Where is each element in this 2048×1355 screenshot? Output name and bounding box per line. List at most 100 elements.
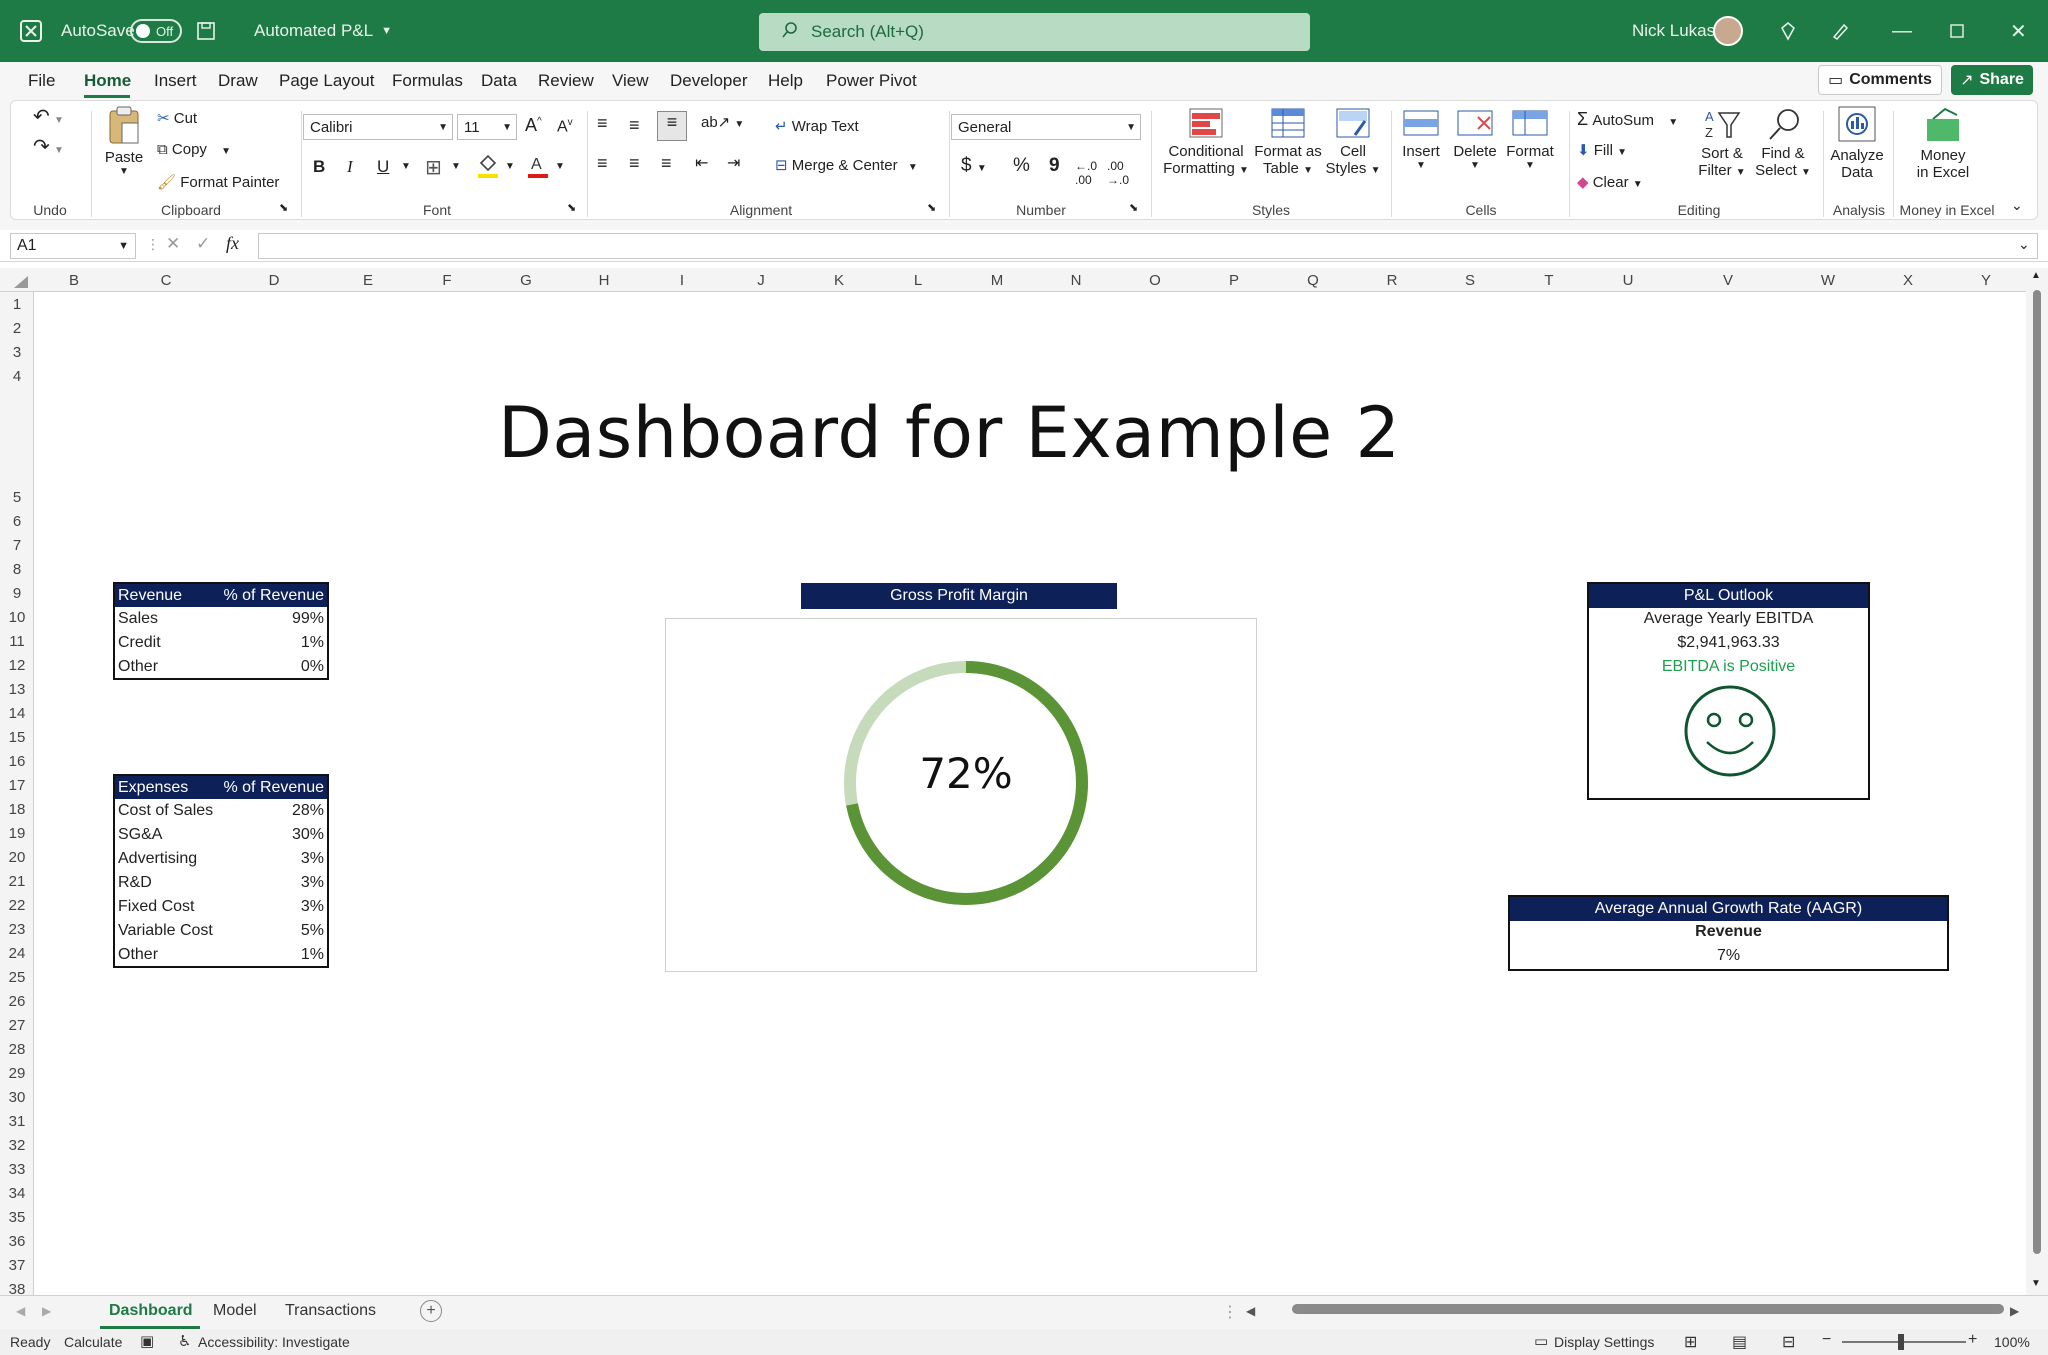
prev-sheet-icon[interactable]: ◀	[16, 1304, 25, 1318]
avatar[interactable]	[1713, 0, 1743, 62]
fill-color-button[interactable]	[477, 153, 499, 183]
row-header[interactable]: 34	[0, 1185, 34, 1202]
col-header[interactable]: D	[256, 272, 292, 289]
number-format-select[interactable]: General ▼	[951, 114, 1141, 140]
display-settings-icon[interactable]: ▭	[1534, 1332, 1548, 1350]
chevron-down-icon[interactable]: ▼	[401, 161, 411, 172]
table-cell[interactable]: Fixed Cost	[114, 895, 218, 919]
row-header[interactable]: 26	[0, 993, 34, 1010]
table-cell[interactable]: Credit	[114, 631, 199, 655]
clear-button[interactable]: ◆ Clear ▼	[1577, 173, 1643, 191]
page-break-view-icon[interactable]: ⊟	[1782, 1332, 1795, 1352]
table-cell[interactable]: Variable Cost	[114, 919, 218, 943]
menu-insert[interactable]: Insert	[154, 71, 197, 91]
menu-home[interactable]: Home	[84, 71, 131, 91]
align-top-icon[interactable]: ≡	[597, 113, 608, 134]
expand-formula-bar-icon[interactable]: ⌄	[2018, 236, 2030, 253]
undo-icon[interactable]: ↶ ▼	[33, 107, 64, 127]
row-header[interactable]: 4	[0, 368, 34, 385]
analyze-data-button[interactable]: Analyze Data	[1827, 105, 1887, 181]
col-header[interactable]: I	[664, 272, 700, 289]
status-accessibility[interactable]: Accessibility: Investigate	[198, 1334, 350, 1350]
row-header[interactable]: 31	[0, 1113, 34, 1130]
format-as-table-button[interactable]: Format as Table ▼	[1251, 107, 1325, 177]
table-cell[interactable]: 99%	[199, 607, 328, 631]
table-cell[interactable]: 3%	[218, 847, 328, 871]
font-name-select[interactable]: Calibri ▼	[303, 114, 453, 140]
horizontal-scroll-thumb[interactable]	[1292, 1304, 2004, 1314]
chevron-down-icon[interactable]: ▼	[451, 161, 461, 172]
percent-icon[interactable]: %	[1013, 155, 1030, 177]
name-box[interactable]: A1 ▼	[10, 233, 136, 259]
zoom-in-icon[interactable]: +	[1968, 1331, 1977, 1349]
paste-button[interactable]: Paste ▼	[103, 105, 145, 177]
macro-record-icon[interactable]: ▣	[140, 1332, 154, 1350]
col-header[interactable]: L	[900, 272, 936, 289]
zoom-out-icon[interactable]: −	[1822, 1331, 1831, 1349]
scroll-right-icon[interactable]: ▶	[2010, 1304, 2019, 1318]
col-header[interactable]: M	[979, 272, 1015, 289]
cancel-entry-icon[interactable]: ✕	[166, 234, 180, 254]
col-header[interactable]: X	[1890, 272, 1926, 289]
money-in-excel-button[interactable]: Money in Excel	[1901, 105, 1985, 181]
col-header[interactable]: T	[1531, 272, 1567, 289]
status-calculate[interactable]: Calculate	[64, 1334, 122, 1350]
worksheet[interactable]: Dashboard for Example 2 Revenue % of Rev…	[34, 292, 2026, 1295]
scroll-down-icon[interactable]: ▼	[2031, 1278, 2041, 1289]
decrease-decimal-icon[interactable]: .00 →.0	[1107, 159, 1129, 187]
more-options-icon[interactable]: ⋮	[146, 236, 160, 253]
menu-view[interactable]: View	[612, 71, 649, 91]
borders-icon[interactable]: ⊞	[425, 155, 442, 180]
format-painter-button[interactable]: 🖌 Format Painter	[157, 173, 279, 191]
share-button[interactable]: ↗ Share	[1951, 65, 2033, 95]
table-cell[interactable]: Sales	[114, 607, 199, 631]
row-header[interactable]: 20	[0, 849, 34, 866]
col-header[interactable]: G	[508, 272, 544, 289]
insert-function-icon[interactable]: fx	[226, 233, 239, 254]
file-name-dropdown[interactable]: Automated P&L ▼	[254, 0, 392, 62]
orientation-icon[interactable]: ab↗ ▼	[701, 113, 744, 131]
align-center-icon[interactable]: ≡	[629, 153, 640, 174]
dialog-launcher-icon[interactable]: ⬊	[279, 201, 288, 214]
chevron-down-icon[interactable]: ▼	[505, 161, 515, 172]
normal-view-icon[interactable]: ⊞	[1684, 1332, 1697, 1352]
autosave-toggle[interactable]: Off	[130, 0, 182, 62]
table-cell[interactable]: 1%	[199, 631, 328, 655]
format-cells-button[interactable]: Format ▼	[1501, 107, 1559, 171]
comments-button[interactable]: ▭ Comments	[1818, 65, 1942, 95]
col-header[interactable]: W	[1810, 272, 1846, 289]
table-cell[interactable]: Advertising	[114, 847, 218, 871]
font-color-button[interactable]: A	[527, 153, 549, 183]
formula-input[interactable]	[258, 233, 2038, 259]
collapse-ribbon-icon[interactable]: ⌄	[2011, 197, 2023, 214]
menu-review[interactable]: Review	[538, 71, 594, 91]
cut-button[interactable]: ✂ Cut	[157, 109, 197, 127]
pen-icon[interactable]	[1830, 0, 1850, 62]
delete-cells-button[interactable]: Delete ▼	[1449, 107, 1501, 171]
status-display-settings[interactable]: Display Settings	[1554, 1334, 1654, 1350]
row-header[interactable]: 32	[0, 1137, 34, 1154]
row-header[interactable]: 16	[0, 753, 34, 770]
col-header[interactable]: V	[1710, 272, 1746, 289]
decrease-indent-icon[interactable]: ⇤	[695, 153, 708, 173]
row-header[interactable]: 7	[0, 537, 34, 554]
table-cell[interactable]: SG&A	[114, 823, 218, 847]
scroll-up-icon[interactable]: ▲	[2031, 270, 2041, 281]
search-box[interactable]: Search (Alt+Q)	[759, 13, 1310, 51]
col-header[interactable]: U	[1610, 272, 1646, 289]
row-header[interactable]: 36	[0, 1233, 34, 1250]
table-cell[interactable]: Other	[114, 943, 218, 967]
redo-icon[interactable]: ↷ ▼	[33, 137, 64, 157]
select-all-icon[interactable]	[12, 274, 30, 290]
menu-formulas[interactable]: Formulas	[392, 71, 463, 91]
row-header[interactable]: 19	[0, 825, 34, 842]
menu-file[interactable]: File	[28, 71, 55, 91]
increase-font-icon[interactable]: A^	[525, 115, 542, 136]
row-header[interactable]: 37	[0, 1257, 34, 1274]
table-cell[interactable]: 30%	[218, 823, 328, 847]
col-header[interactable]: E	[350, 272, 386, 289]
find-select-button[interactable]: Find & Select ▼	[1751, 107, 1815, 179]
minimize-icon[interactable]: —	[1892, 0, 1912, 62]
row-header[interactable]: 35	[0, 1209, 34, 1226]
col-header[interactable]: O	[1137, 272, 1173, 289]
